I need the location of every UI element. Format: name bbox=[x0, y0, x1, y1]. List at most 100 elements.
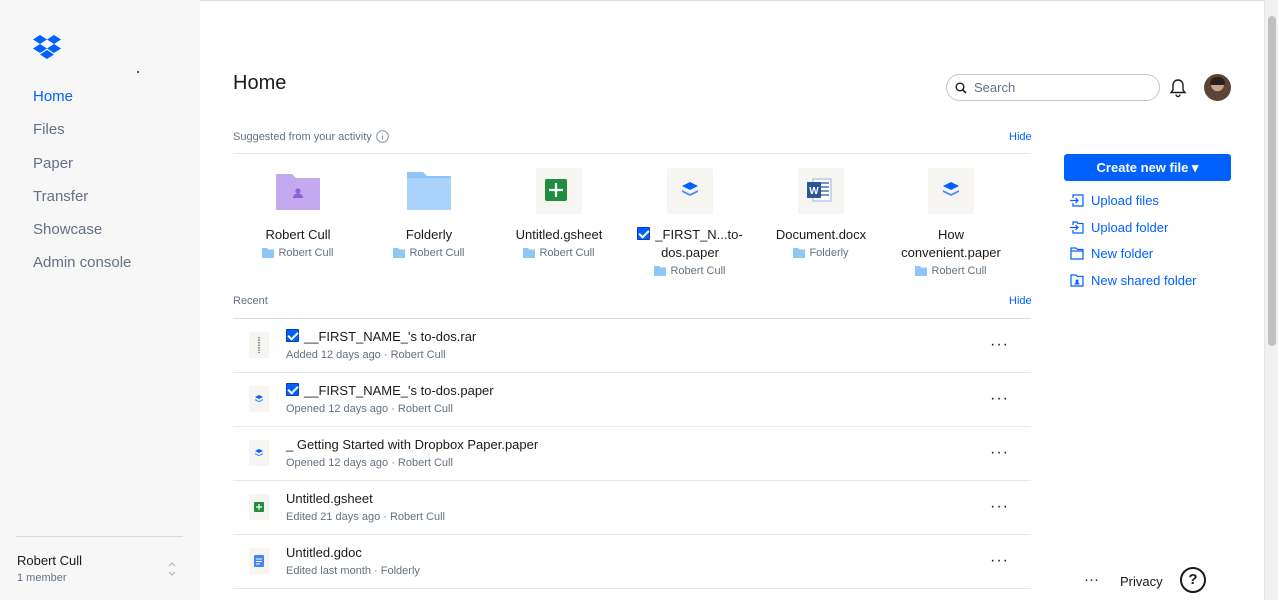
tile-name: _FIRST_N...to-dos.paper bbox=[625, 226, 755, 262]
table-row[interactable]: _ Getting Started with Dropbox Paper.pap… bbox=[233, 427, 1031, 481]
suggested-tile-folderly[interactable]: Folderly Robert Cull bbox=[364, 168, 494, 262]
gsheet-icon bbox=[249, 494, 269, 520]
sidebar-item-showcase[interactable]: Showcase bbox=[33, 219, 131, 252]
archive-icon bbox=[249, 332, 269, 358]
sidebar-item-paper[interactable]: Paper bbox=[33, 153, 131, 186]
suggested-tile-shared-folder[interactable]: Robert Cull Robert Cull bbox=[233, 168, 363, 262]
team-switch-chevron-icon[interactable] bbox=[167, 560, 177, 578]
search-box[interactable] bbox=[946, 74, 1160, 101]
new-folder-action[interactable]: New folder bbox=[1070, 246, 1153, 261]
folder-icon bbox=[915, 266, 928, 276]
tile-location: Robert Cull bbox=[494, 244, 624, 262]
suggested-tile-convenient-paper[interactable]: How convenient.paper Robert Cull bbox=[886, 168, 1016, 280]
folder-icon bbox=[406, 168, 452, 214]
more-options-button[interactable]: ··· bbox=[990, 336, 1009, 354]
checkbox-icon bbox=[286, 383, 299, 396]
new-folder-icon bbox=[1070, 247, 1084, 260]
avatar[interactable] bbox=[1204, 74, 1231, 101]
table-row[interactable]: __FIRST_NAME_'s to-dos.rar Added 12 days… bbox=[233, 319, 1031, 373]
suggested-tile-document[interactable]: W Document.docx Folderly bbox=[756, 168, 886, 262]
file-meta: Opened 12 days ago · Robert Cull bbox=[286, 403, 453, 415]
sidebar: Home Files Paper Transfer Showcase Admin… bbox=[0, 0, 200, 600]
file-name: __FIRST_NAME_'s to-dos.paper bbox=[286, 383, 494, 398]
tile-location: Robert Cull bbox=[364, 244, 494, 262]
checkbox-icon bbox=[637, 227, 651, 240]
gsheet-icon bbox=[536, 168, 582, 214]
tile-location: Folderly bbox=[756, 244, 886, 262]
paper-icon bbox=[249, 386, 269, 412]
tile-name: Untitled.gsheet bbox=[515, 227, 603, 242]
file-name: _ Getting Started with Dropbox Paper.pap… bbox=[286, 437, 539, 452]
upload-file-icon bbox=[1070, 194, 1084, 207]
more-options-button[interactable]: ··· bbox=[990, 498, 1009, 516]
upload-files-action[interactable]: Upload files bbox=[1070, 193, 1159, 208]
info-icon[interactable] bbox=[376, 130, 389, 143]
help-button[interactable]: ? bbox=[1180, 567, 1206, 593]
file-meta: Edited 21 days ago · Robert Cull bbox=[286, 511, 445, 523]
new-shared-folder-icon bbox=[1070, 274, 1084, 287]
table-row[interactable]: Untitled.gdoc Edited last month · Folder… bbox=[233, 535, 1031, 589]
bell-icon[interactable] bbox=[1169, 78, 1187, 98]
more-options-button[interactable]: ··· bbox=[990, 444, 1009, 462]
file-name: Untitled.gsheet bbox=[286, 491, 373, 506]
tile-name: Folderly bbox=[405, 227, 453, 242]
tile-location: Robert Cull bbox=[886, 262, 1016, 280]
suggested-tile-todos-paper[interactable]: _FIRST_N...to-dos.paper Robert Cull bbox=[625, 168, 755, 280]
search-icon bbox=[955, 82, 967, 94]
folder-icon bbox=[793, 248, 806, 258]
dropbox-logo-icon[interactable] bbox=[33, 35, 61, 59]
new-shared-folder-action[interactable]: New shared folder bbox=[1070, 273, 1197, 288]
tile-location: Robert Cull bbox=[233, 244, 363, 262]
tile-name: Document.docx bbox=[775, 227, 867, 242]
paper-icon bbox=[667, 168, 713, 214]
table-row[interactable]: Untitled.gsheet Edited 21 days ago · Rob… bbox=[233, 481, 1031, 535]
recent-hide-link[interactable]: Hide bbox=[1009, 295, 1032, 307]
page-title: Home bbox=[233, 72, 287, 94]
sidebar-item-transfer[interactable]: Transfer bbox=[33, 186, 131, 219]
file-meta: Edited last month · Folderly bbox=[286, 565, 420, 577]
word-icon: W bbox=[798, 168, 844, 214]
file-meta: Added 12 days ago · Robert Cull bbox=[286, 349, 446, 361]
tile-name: Robert Cull bbox=[265, 227, 331, 242]
gdoc-icon bbox=[249, 548, 269, 574]
folder-icon bbox=[654, 266, 667, 276]
more-options-button[interactable]: ··· bbox=[990, 552, 1009, 570]
sidebar-divider bbox=[16, 536, 183, 537]
tile-name: How convenient.paper bbox=[901, 227, 1001, 260]
paper-icon bbox=[928, 168, 974, 214]
scrollbar[interactable] bbox=[1264, 0, 1278, 600]
file-meta: Opened 12 days ago · Robert Cull bbox=[286, 457, 453, 469]
suggested-divider bbox=[233, 153, 1031, 154]
recent-label: Recent bbox=[233, 295, 268, 307]
suggested-label: Suggested from your activity bbox=[233, 131, 372, 143]
create-new-file-button[interactable]: Create new file ▾ bbox=[1064, 154, 1231, 181]
paper-icon bbox=[249, 440, 269, 466]
shared-folder-icon bbox=[275, 168, 321, 214]
logo-dot bbox=[137, 71, 139, 73]
privacy-link[interactable]: Privacy bbox=[1120, 574, 1163, 589]
search-input[interactable] bbox=[974, 80, 1144, 95]
tile-location: Robert Cull bbox=[625, 262, 755, 280]
folder-icon bbox=[393, 248, 406, 258]
sidebar-item-home[interactable]: Home bbox=[33, 86, 131, 119]
sidebar-item-admin-console[interactable]: Admin console bbox=[33, 252, 131, 285]
sidebar-item-files[interactable]: Files bbox=[33, 119, 131, 152]
file-name: __FIRST_NAME_'s to-dos.rar bbox=[286, 329, 476, 344]
upload-folder-icon bbox=[1070, 221, 1084, 234]
scrollbar-thumb[interactable] bbox=[1268, 16, 1276, 346]
folder-icon bbox=[262, 248, 275, 258]
file-name: Untitled.gdoc bbox=[286, 545, 362, 560]
team-members: 1 member bbox=[17, 572, 67, 584]
sidebar-nav: Home Files Paper Transfer Showcase Admin… bbox=[33, 86, 131, 286]
table-row[interactable]: __FIRST_NAME_'s to-dos.paper Opened 12 d… bbox=[233, 373, 1031, 427]
suggested-tile-gsheet[interactable]: Untitled.gsheet Robert Cull bbox=[494, 168, 624, 262]
team-name[interactable]: Robert Cull bbox=[17, 553, 82, 568]
checkbox-icon bbox=[286, 329, 299, 342]
footer-more-button[interactable]: ··· bbox=[1084, 571, 1099, 588]
folder-icon bbox=[523, 248, 536, 258]
svg-text:W: W bbox=[809, 186, 819, 197]
more-options-button[interactable]: ··· bbox=[990, 390, 1009, 408]
upload-folder-action[interactable]: Upload folder bbox=[1070, 220, 1168, 235]
top-border bbox=[200, 0, 1278, 1]
suggested-hide-link[interactable]: Hide bbox=[1009, 131, 1032, 143]
